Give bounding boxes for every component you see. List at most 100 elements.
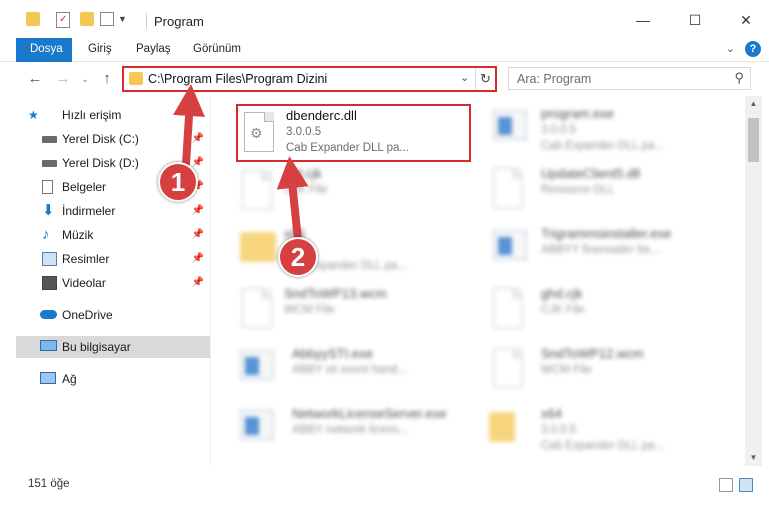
file-detail: 3.0.0.5 <box>541 124 577 136</box>
close-button[interactable]: ✕ <box>731 8 761 32</box>
sidebar-item-disk-c[interactable]: Yerel Disk (C:) 📌 <box>16 128 210 150</box>
pin-icon[interactable]: 📌 <box>192 248 204 270</box>
pin-icon[interactable]: 📌 <box>192 200 204 222</box>
title-separator <box>146 13 147 29</box>
sidebar-item-label: OneDrive <box>62 308 113 322</box>
file-item[interactable]: x86 Cab Expander DLL pa... <box>236 224 472 280</box>
file-item[interactable]: ...d.cjk CJK File <box>236 164 472 220</box>
sidebar-item-videos[interactable]: Videolar 📌 <box>16 272 210 294</box>
pin-icon[interactable]: 📌 <box>192 272 204 294</box>
tab-paylas[interactable]: Paylaş <box>136 38 171 62</box>
sidebar-item-pictures[interactable]: Resimler 📌 <box>16 248 210 270</box>
up-button[interactable]: ↑ <box>96 68 118 90</box>
ribbon-expand-icon[interactable]: ⌄ <box>726 42 735 55</box>
sidebar-item-label: Hızlı erişim <box>62 108 122 122</box>
file-detail: ABBYY finereader be... <box>541 244 660 256</box>
star-icon: ★ <box>28 108 39 122</box>
file-detail: WCM File <box>541 364 592 376</box>
back-button[interactable]: ← <box>24 68 46 90</box>
pin-icon[interactable]: 📌 <box>192 128 204 150</box>
file-name: UpdateClient5.dll <box>541 166 641 181</box>
tiles-view-icon[interactable] <box>739 478 753 492</box>
recent-locations-icon[interactable]: ⌄ <box>74 68 96 90</box>
file-item[interactable]: SndToWP12.wcm WCM File <box>473 344 709 400</box>
pin-icon[interactable]: 📌 <box>192 224 204 246</box>
file-name: x64 <box>541 406 562 421</box>
music-icon: ♪ <box>42 226 50 243</box>
drive-icon <box>42 160 57 167</box>
file-detail: ABBY sti event hand... <box>292 364 407 376</box>
sidebar-item-this-pc[interactable]: Bu bilgisayar <box>16 336 210 358</box>
file-item[interactable]: program.exe 3.0.0.5 Cab Expander DLL pa.… <box>473 104 709 160</box>
file-name: Trigrammsinstaller.exe <box>541 226 672 241</box>
file-item[interactable]: Trigrammsinstaller.exe ABBYY finereader … <box>473 224 709 280</box>
file-detail: ABBY network licens... <box>292 424 409 436</box>
customize-toolbar-icon[interactable] <box>100 12 114 26</box>
toolbar-dropdown-icon[interactable]: ▼ <box>118 14 127 32</box>
title-bar: ✓ ▼ Program — ☐ ✕ <box>0 0 769 38</box>
file-detail: CJK File <box>541 304 585 316</box>
item-count: 151 öğe <box>28 478 70 490</box>
scroll-down-icon[interactable]: ▼ <box>745 450 762 466</box>
file-icon <box>242 288 272 328</box>
exe-file-icon <box>493 230 527 260</box>
details-view-icon[interactable] <box>719 478 733 492</box>
folder-icon <box>240 232 276 262</box>
exe-file-icon <box>240 350 274 380</box>
window-title: Program <box>154 14 204 29</box>
vertical-scrollbar[interactable]: ▲ ▼ <box>745 96 762 466</box>
forward-button[interactable]: → <box>52 68 74 90</box>
sidebar-item-quick-access[interactable]: ★ Hızlı erişim <box>16 104 210 126</box>
file-detail: Resource DLL <box>541 184 615 196</box>
search-placeholder[interactable]: Ara: Program <box>517 72 591 86</box>
tab-dosya[interactable]: Dosya <box>16 38 72 62</box>
status-bar: 151 öğe <box>0 470 769 500</box>
address-dropdown-icon[interactable]: ⌄ <box>460 71 469 84</box>
sidebar-item-label: Belgeler <box>62 180 107 194</box>
scroll-up-icon[interactable]: ▲ <box>745 96 762 112</box>
exe-file-icon <box>493 110 527 140</box>
file-name: ...d.cjk <box>284 166 322 181</box>
network-icon <box>40 372 56 384</box>
sidebar-item-label: Yerel Disk (C:) <box>62 132 139 146</box>
dll-file-icon: ⚙ <box>244 112 274 152</box>
file-name: SndToWP12.wcm <box>541 346 644 361</box>
sidebar-item-network[interactable]: Ağ <box>16 368 210 390</box>
file-item[interactable]: x64 3.0.0.5 Cab Expander DLL pa... <box>473 404 709 460</box>
file-item[interactable]: SndToWP13.wcm WCM File <box>236 284 472 340</box>
file-name: program.exe <box>541 106 614 121</box>
file-item[interactable]: ghd.cjk CJK File <box>473 284 709 340</box>
address-bar[interactable]: C:\Program Files\Program Dizini ⌄ ↻ <box>122 66 497 92</box>
file-name: AbbyySTI.exe <box>292 346 373 361</box>
file-item[interactable]: AbbyySTI.exe ABBY sti event hand... <box>236 344 472 400</box>
file-icon <box>493 288 523 328</box>
file-version: 3.0.0.5 <box>286 126 322 138</box>
file-item[interactable]: NetworkLicenseServer.exe ABBY network li… <box>236 404 472 460</box>
sidebar-item-onedrive[interactable]: OneDrive <box>16 304 210 326</box>
sidebar-item-downloads[interactable]: ⬇ İndirmeler 📌 <box>16 200 210 222</box>
computer-icon <box>40 340 57 351</box>
sidebar-item-label: Videolar <box>62 276 106 290</box>
file-detail: CJK File <box>284 184 328 196</box>
file-detail: 3.0.0.5 <box>541 424 577 436</box>
file-description: Cab Expander DLL pa... <box>286 142 409 154</box>
file-name: NetworkLicenseServer.exe <box>292 406 447 421</box>
properties-icon[interactable]: ✓ <box>56 12 70 28</box>
help-icon[interactable]: ? <box>745 41 761 57</box>
file-detail: Cab Expander DLL pa... <box>541 140 664 152</box>
file-icon <box>493 348 523 388</box>
sidebar-item-label: Resimler <box>62 252 110 266</box>
sidebar-item-music[interactable]: ♪ Müzik 📌 <box>16 224 210 246</box>
address-path[interactable]: C:\Program Files\Program Dizini <box>148 72 327 86</box>
file-item[interactable]: UpdateClient5.dll Resource DLL <box>473 164 709 220</box>
scrollbar-thumb[interactable] <box>748 118 759 162</box>
minimize-button[interactable]: — <box>628 8 658 32</box>
tab-gorunum[interactable]: Görünüm <box>193 38 241 62</box>
maximize-button[interactable]: ☐ <box>680 8 710 32</box>
search-icon[interactable]: ⚲ <box>734 70 744 86</box>
new-folder-icon[interactable] <box>80 12 94 26</box>
search-box[interactable]: Ara: Program ⚲ <box>508 67 751 90</box>
refresh-icon[interactable]: ↻ <box>475 68 495 90</box>
file-item-dbenderc[interactable]: ⚙ dbenderc.dll 3.0.0.5 Cab Expander DLL … <box>236 104 471 162</box>
tab-giris[interactable]: Giriş <box>88 38 112 62</box>
